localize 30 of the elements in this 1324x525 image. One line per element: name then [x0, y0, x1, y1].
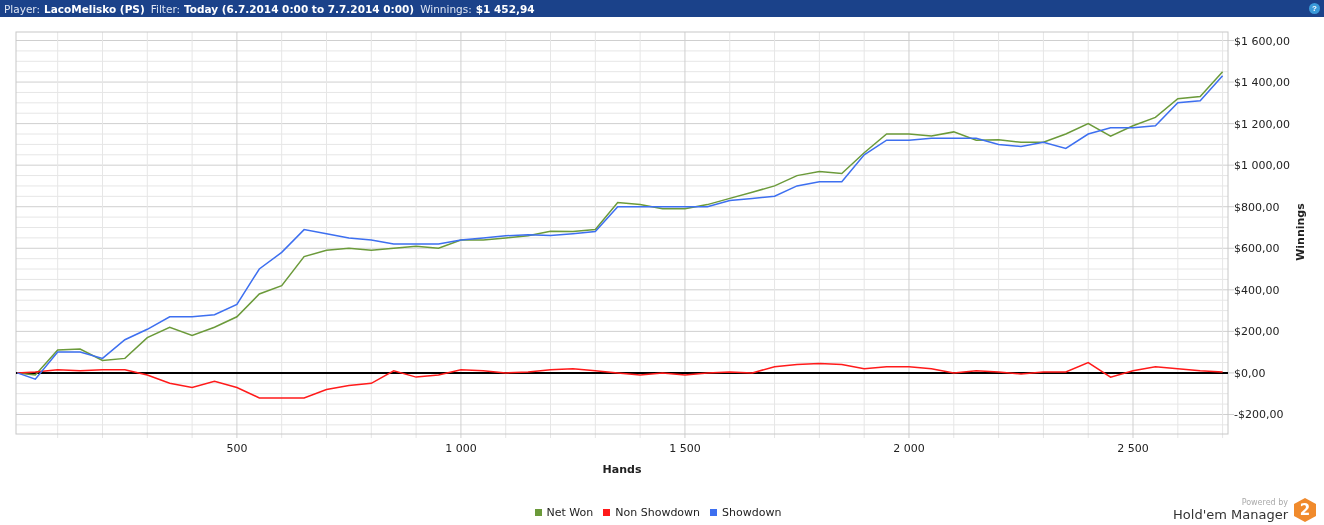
y-tick-label: -$200,00	[1234, 408, 1284, 422]
y-tick-label: $200,00	[1234, 325, 1280, 339]
y-tick-label: $1 400,00	[1234, 76, 1290, 90]
x-tick-label: 2 500	[1117, 442, 1149, 455]
y-axis-title: Winnings	[1294, 203, 1307, 261]
field-value: LacoMelisko (PS)	[44, 2, 145, 15]
legend-label: Non Showdown	[615, 506, 701, 519]
x-axis-title: Hands	[602, 463, 642, 475]
brand-logo: 2	[1294, 498, 1316, 522]
field-value: $1 452,94	[475, 2, 535, 15]
legend-label: Net Won	[546, 506, 594, 519]
help-button[interactable]: ?	[1309, 3, 1320, 14]
field-label: Filter:	[150, 2, 181, 15]
field-value: Today (6.7.2014 0:00 to 7.7.2014 0:00)	[184, 2, 415, 15]
x-tick-label: 2 000	[893, 442, 925, 455]
brand-name: Hold'em Manager	[1173, 507, 1288, 522]
legend-label: Showdown	[722, 506, 782, 519]
x-tick-label: 500	[226, 442, 248, 455]
x-tick-label: 1 000	[445, 442, 477, 455]
x-tick-label: 1 500	[669, 442, 701, 455]
y-tick-label: $600,00	[1234, 242, 1280, 256]
field-label: Winnings:	[420, 2, 472, 15]
y-tick-label: $1 200,00	[1234, 117, 1290, 131]
y-tick-label: $400,00	[1234, 283, 1280, 297]
brand-tagline: Powered by	[1241, 498, 1288, 507]
y-tick-label: $800,00	[1234, 200, 1280, 214]
y-tick-label: $1 600,00	[1234, 34, 1290, 48]
field-label: Player:	[4, 2, 41, 15]
y-tick-label: $0,00	[1234, 366, 1266, 380]
y-tick-label: $1 000,00	[1234, 159, 1290, 173]
